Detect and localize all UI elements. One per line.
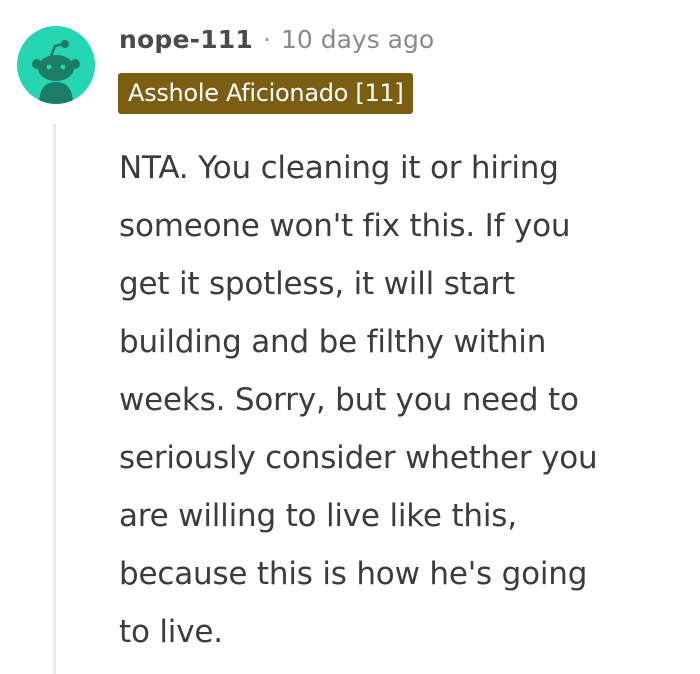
avatar[interactable] — [17, 26, 95, 104]
thread-line[interactable] — [53, 124, 56, 674]
comment-body: NTA. You cleaning it or hiring someone w… — [119, 139, 694, 661]
comment-body-line: weeks. Sorry, but you need to — [119, 382, 579, 418]
comment-meta: nope-111 · 10 days ago — [119, 19, 434, 59]
comment-body-line: someone won't fix this. If you — [119, 208, 571, 244]
comment-body-line: NTA. You cleaning it or hiring — [119, 150, 559, 186]
snoo-icon — [32, 40, 80, 104]
timestamp[interactable]: 10 days ago — [281, 25, 434, 54]
comment-body-line: because this is how he's going — [119, 556, 588, 592]
meta-separator: · — [263, 24, 271, 54]
username-link[interactable]: nope-111 — [119, 25, 253, 54]
comment-body-line: seriously consider whether you — [119, 440, 598, 476]
comment-body-line: to live. — [119, 614, 223, 650]
comment-body-line: get it spotless, it will start — [119, 266, 515, 302]
comment-body-line: are willing to live like this, — [119, 498, 517, 534]
user-flair: Asshole Aficionado [11] — [118, 73, 414, 114]
comment-body-line: building and be filthy within — [119, 324, 547, 360]
